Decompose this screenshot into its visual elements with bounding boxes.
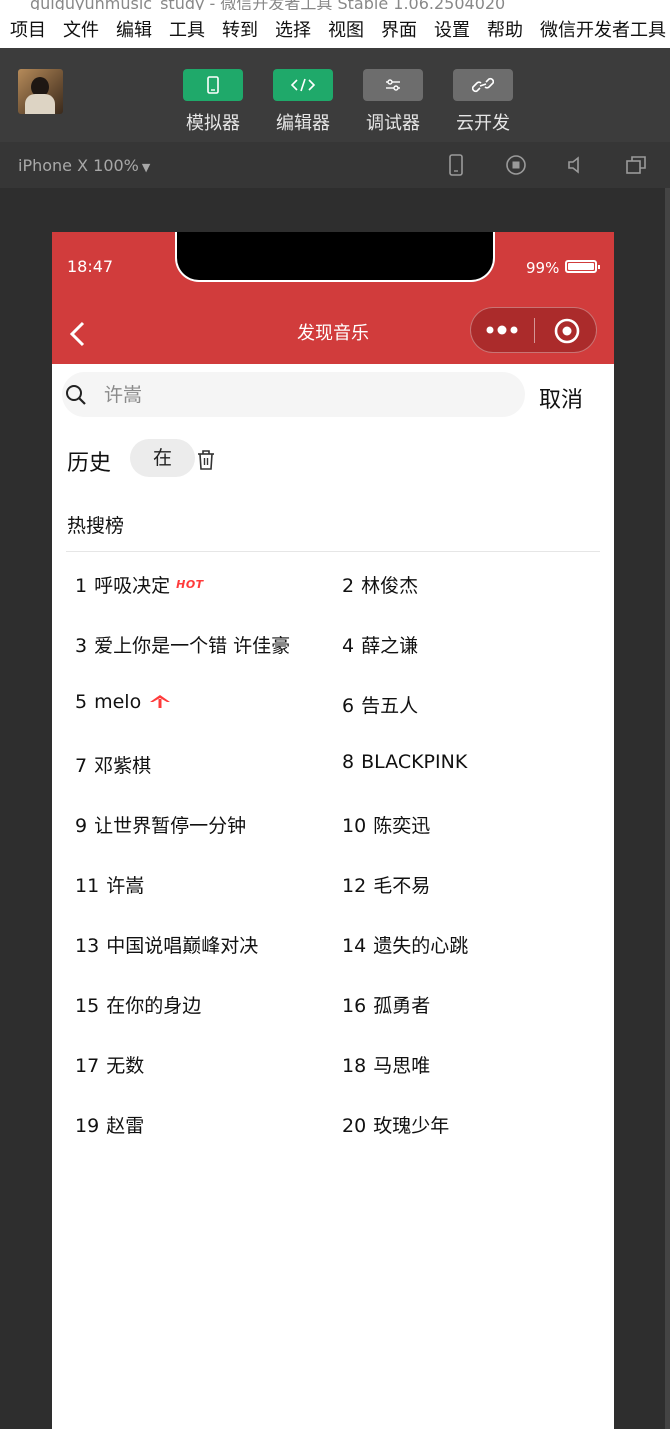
stop-icon[interactable] [505,154,527,176]
editor-tool[interactable]: 编辑器 [273,69,333,135]
menu-item-settings[interactable]: 设置 [434,16,470,42]
code-icon [290,78,316,92]
divider [66,551,600,552]
menu-bar: 项目 文件 编辑 工具 转到 选择 视图 界面 设置 帮助 微信开发者工具 [0,10,670,48]
window-title: guiguyunmusic_study - 微信开发者工具 Stable 1.0… [30,0,506,10]
editor-button[interactable] [273,69,333,101]
cloud-button[interactable] [453,69,513,101]
simulator-button[interactable] [183,69,243,101]
hot-item-9[interactable]: 9 让世界暂停一分钟 [75,811,246,838]
window-title-strip: guiguyunmusic_study - 微信开发者工具 Stable 1.0… [0,0,670,10]
hot-item-14[interactable]: 14 遗失的心跳 [342,931,468,958]
sliders-icon [386,79,400,91]
volume-icon[interactable] [565,154,587,176]
history-item[interactable]: 在 [130,439,195,477]
search-input[interactable] [104,380,484,410]
menu-item-tools[interactable]: 工具 [169,16,205,42]
caret-down-icon: ▼ [141,161,151,174]
hot-item-18[interactable]: 18 马思唯 [342,1051,430,1078]
menu-item-edit[interactable]: 编辑 [116,16,152,42]
hot-item-4[interactable]: 4 薛之谦 [342,631,418,658]
delete-history-icon[interactable] [196,449,216,471]
hot-item-8[interactable]: 8 BLACKPINK [342,751,467,773]
more-dots-icon[interactable] [486,325,520,335]
hot-item-2[interactable]: 2 林俊杰 [342,571,418,598]
cloud-label: 云开发 [456,113,510,134]
device-label: iPhone X 100% [18,156,139,175]
nav-bar: 发现音乐 [52,302,614,364]
simulator-label: 模拟器 [186,113,240,134]
battery-icon [565,260,600,273]
cloud-link-icon [472,77,494,93]
toolbar: 模拟器 编辑器 调试器 云开发 [0,48,670,142]
menu-item-select[interactable]: 选择 [275,16,311,42]
avatar[interactable] [18,69,63,114]
device-bar: iPhone X 100% ▼ [0,142,670,188]
menu-item-interface[interactable]: 界面 [381,16,417,42]
hot-item-3[interactable]: 3 爱上你是一个错 许佳豪 [75,631,290,658]
hot-item-15[interactable]: 15 在你的身边 [75,991,201,1018]
debugger-tool[interactable]: 调试器 [363,69,423,135]
history-label: 历史 [67,451,112,476]
simulator-tool[interactable]: 模拟器 [183,69,243,135]
menu-item-help[interactable]: 帮助 [487,16,523,42]
detach-window-icon[interactable] [625,154,647,176]
menu-item-file[interactable]: 文件 [63,16,99,42]
hot-item-13[interactable]: 13 中国说唱巅峰对决 [75,931,258,958]
debugger-label: 调试器 [366,113,420,134]
menu-capsule [470,307,597,353]
hot-item-20[interactable]: 20 玫瑰少年 [342,1111,449,1138]
menu-item-view[interactable]: 视图 [328,16,364,42]
menu-item-wechat-devtools[interactable]: 微信开发者工具 [540,16,666,42]
device-selector[interactable]: iPhone X 100% ▼ [18,156,150,175]
hot-item-11[interactable]: 11 许嵩 [75,871,144,898]
hot-item-6[interactable]: 6 告五人 [342,691,418,718]
status-bar: 18:47 99% [52,232,614,302]
cancel-button[interactable]: 取消 [539,382,583,414]
debugger-button[interactable] [363,69,423,101]
scrollbar[interactable] [665,188,670,1429]
menu-item-goto[interactable]: 转到 [222,16,258,42]
close-miniprogram-icon[interactable] [554,318,580,344]
hot-item-10[interactable]: 10 陈奕迅 [342,811,430,838]
hot-item-16[interactable]: 16 孤勇者 [342,991,430,1018]
phone-screen: 18:47 99% 发现音乐 取消 历史 在 热搜榜 1呼吸决定HOT 2林俊杰… [52,232,614,1429]
hot-item-1[interactable]: 1 呼吸决定 HOT [75,571,204,598]
hot-item-5[interactable]: 5 melo [75,691,171,713]
hot-search-title: 热搜榜 [67,515,125,537]
up-arrow-icon [150,694,171,708]
editor-label: 编辑器 [276,113,330,134]
phone-mode-icon[interactable] [445,154,467,176]
hot-badge: HOT [176,578,204,591]
status-time: 18:47 [67,257,114,276]
hot-item-19[interactable]: 19 赵雷 [75,1111,144,1138]
battery-percentage: 99% [526,259,560,277]
cloud-tool[interactable]: 云开发 [453,69,513,135]
phone-icon [207,76,219,94]
menu-item-project[interactable]: 项目 [10,16,46,42]
search-box [62,372,525,417]
search-icon [66,385,86,405]
hot-item-12[interactable]: 12 毛不易 [342,871,430,898]
hot-item-7[interactable]: 7 邓紫棋 [75,751,151,778]
hot-item-17[interactable]: 17 无数 [75,1051,144,1078]
notch [175,232,495,282]
